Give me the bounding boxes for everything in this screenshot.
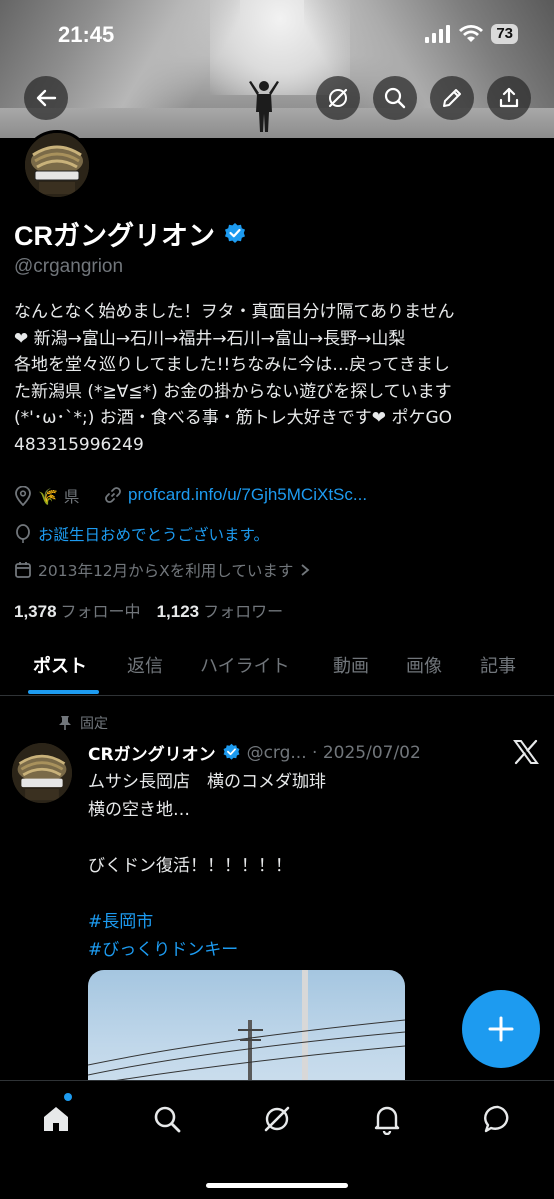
chevron-right-icon	[301, 564, 310, 576]
grok-icon	[264, 1106, 290, 1132]
pin-icon	[59, 716, 71, 730]
location-text: 県	[63, 488, 80, 506]
post-handle-date: @crg... · 2025/07/02	[246, 742, 421, 763]
verified-icon[interactable]	[223, 222, 247, 246]
location-emoji: 🌾	[38, 486, 58, 506]
post-body[interactable]: ムサシ長岡店 横のコメダ珈琲 横の空き地… びくドン復活！！！！！！ #長岡市 …	[88, 768, 326, 964]
nav-notifications[interactable]	[369, 1101, 405, 1137]
plus-icon	[488, 1016, 514, 1042]
location-icon	[15, 486, 31, 506]
post-line-spacer	[88, 880, 326, 908]
post-line: 横の空き地…	[88, 800, 190, 820]
bio-line: た新潟県 (*≧∀≦*) お金の掛からない遊びを探しています	[14, 381, 452, 402]
grok-icon	[328, 88, 348, 108]
bio-line: ❤ 新潟→富山→石川→福井→石川→富山→長野→山梨	[14, 328, 406, 349]
x-logo-icon[interactable]	[512, 738, 540, 766]
balloon-icon	[16, 524, 30, 543]
post-header: CRガングリオン @crg... · 2025/07/02	[88, 740, 421, 766]
home-icon	[44, 1107, 68, 1131]
back-button[interactable]	[24, 76, 68, 120]
avatar-image	[25, 133, 89, 197]
follow-counts: 1,378 フォロー中 1,123 フォロワー	[14, 598, 283, 622]
profile-banner[interactable]	[0, 0, 554, 138]
link-icon	[105, 487, 121, 503]
profile-avatar[interactable]	[22, 130, 92, 200]
joined-text: 2013年12月からXを利用しています	[38, 562, 294, 580]
share-button[interactable]	[487, 76, 531, 120]
pinned-label: 固定	[58, 713, 108, 733]
tab-videos[interactable]: 動画	[333, 652, 369, 678]
search-icon	[384, 87, 406, 109]
nav-home[interactable]	[38, 1101, 74, 1137]
profile-tabs: ポスト 返信 ハイライト 動画 画像 記事	[0, 640, 554, 696]
profile-bio: なんとなく始めました！ヲタ・真面目分け隔てありません ❤ 新潟→富山→石川→福井…	[14, 299, 540, 458]
following-count: 1,378	[14, 602, 57, 621]
message-icon	[484, 1105, 509, 1133]
banner-person	[249, 81, 279, 132]
tab-replies[interactable]: 返信	[127, 652, 163, 678]
following-link[interactable]: 1,378 フォロー中	[14, 598, 141, 622]
nav-search[interactable]	[149, 1101, 185, 1137]
verified-icon	[223, 743, 239, 760]
bio-line: (*'･ω･`*;) お酒・食べる事・筋トレ大好きです❤ ポケGO	[14, 408, 453, 428]
search-profile-button[interactable]	[373, 76, 417, 120]
hashtag-link[interactable]: #長岡市	[88, 908, 326, 936]
home-indicator	[206, 1183, 348, 1188]
followers-link[interactable]: 1,123 フォロワー	[157, 598, 284, 622]
cellular-signal-icon	[425, 25, 451, 43]
link-url[interactable]: profcard.info/u/7Gjh5MCiXtSc...	[128, 485, 367, 505]
wifi-icon	[459, 25, 484, 42]
profile-joined[interactable]: 2013年12月からXを利用しています	[14, 559, 311, 581]
profile-name: CRガングリオン	[14, 221, 215, 251]
profile-handle: @crgangrion	[14, 256, 124, 277]
post-avatar[interactable]	[12, 743, 72, 803]
tab-posts[interactable]: ポスト	[33, 652, 87, 678]
nav-messages[interactable]	[480, 1101, 516, 1137]
battery-indicator: 73	[491, 24, 518, 44]
grok-button[interactable]	[316, 76, 360, 120]
followers-label: フォロワー	[203, 602, 284, 621]
compose-post-button[interactable]	[462, 990, 540, 1068]
nav-grok[interactable]	[259, 1101, 295, 1137]
birthday-text: お誕生日おめでとうございます。	[38, 526, 269, 544]
post-line	[88, 824, 326, 852]
profile-birthday: お誕生日おめでとうございます。	[14, 523, 269, 545]
followers-count: 1,123	[156, 602, 200, 621]
search-icon	[154, 1106, 181, 1133]
edit-profile-button[interactable]	[430, 76, 474, 120]
share-icon	[499, 87, 519, 108]
back-arrow-icon	[36, 89, 57, 107]
status-time: 21:45	[58, 22, 115, 47]
bio-line: 483315996249	[14, 434, 144, 455]
post-line: ムサシ長岡店 横のコメダ珈琲	[88, 772, 326, 792]
profile-link[interactable]: profcard.info/u/7Gjh5MCiXtSc...	[104, 485, 367, 505]
bell-icon	[374, 1106, 400, 1135]
post-author-name[interactable]: CRガングリオン	[88, 740, 216, 765]
hashtag-link[interactable]: #びっくりドンキー	[88, 936, 326, 964]
profile-location: 🌾 県	[14, 485, 79, 507]
calendar-icon	[15, 562, 31, 578]
status-icons: 73	[425, 24, 518, 44]
post-line: びくドン復活！！！！！！	[88, 856, 292, 876]
bio-line: 各地を堂々巡りしてました!!ちなみに今は…戻ってきまし	[14, 355, 450, 375]
edit-icon	[443, 89, 461, 107]
pinned-text: 固定	[80, 716, 108, 732]
home-notification-dot	[64, 1093, 72, 1101]
tab-images[interactable]: 画像	[406, 652, 442, 678]
bio-line: なんとなく始めました！ヲタ・真面目分け隔てありません	[14, 302, 455, 322]
bottom-navigation	[0, 1080, 554, 1199]
avatar-image	[12, 743, 72, 803]
active-tab-indicator	[28, 690, 99, 694]
profile-name-row: CRガングリオン	[14, 214, 247, 253]
tab-articles[interactable]: 記事	[480, 652, 516, 678]
tab-highlights[interactable]: ハイライト	[200, 652, 290, 678]
following-label: フォロー中	[60, 602, 141, 621]
